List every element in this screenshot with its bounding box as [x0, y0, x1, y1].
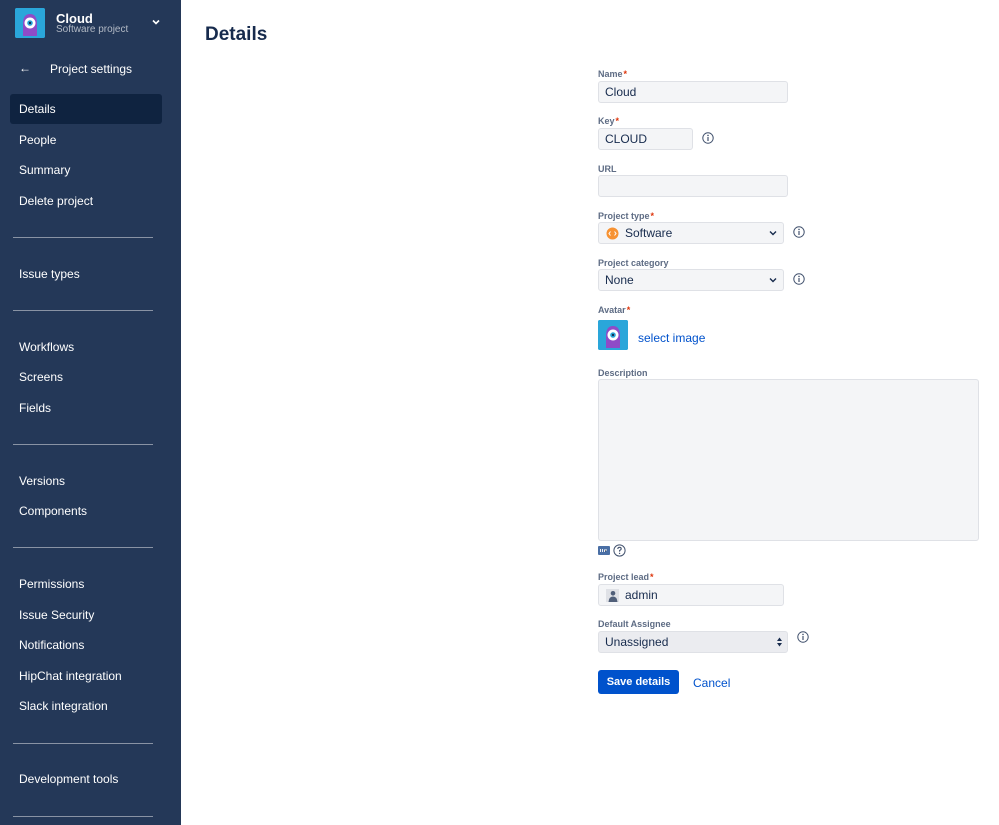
sidebar-divider — [13, 444, 153, 445]
sidebar-item-summary[interactable]: Summary — [10, 155, 162, 185]
description-textarea[interactable] — [598, 379, 979, 541]
sidebar-item-development-tools[interactable]: Development tools — [10, 764, 162, 794]
default-assignee-value: Unassigned — [605, 635, 669, 649]
default-assignee-select[interactable]: Unassigned — [598, 631, 788, 653]
sidebar-item-issue-types[interactable]: Issue types — [10, 259, 162, 289]
info-icon[interactable] — [793, 273, 805, 285]
description-label: Description — [598, 368, 648, 378]
user-avatar-icon — [606, 589, 619, 602]
info-icon[interactable] — [793, 226, 805, 238]
sidebar-item-slack-integration[interactable]: Slack integration — [10, 691, 162, 721]
chevron-down-icon — [769, 231, 777, 236]
project-category-label: Project category — [598, 258, 669, 268]
select-image-link[interactable]: select image — [638, 331, 705, 345]
project-category-value: None — [605, 273, 634, 287]
sidebar-divider — [13, 237, 153, 238]
project-type-label: Software project — [56, 24, 129, 35]
arrow-left-icon: ← — [19, 61, 31, 75]
required-indicator: * — [623, 69, 628, 79]
sidebar-item-hipchat-integration[interactable]: HipChat integration — [10, 661, 162, 691]
sidebar-item-fields[interactable]: Fields — [10, 393, 162, 423]
select-arrows-icon — [777, 637, 782, 647]
sidebar-divider — [13, 743, 153, 744]
sidebar-divider — [13, 816, 153, 817]
info-icon[interactable] — [797, 631, 809, 643]
chevron-down-icon — [152, 19, 160, 25]
url-field[interactable] — [598, 175, 788, 197]
sidebar: Cloud Software project ← Project setting… — [0, 0, 181, 825]
sidebar-item-permissions[interactable]: Permissions — [10, 569, 162, 599]
project-avatar-icon — [15, 8, 45, 38]
sidebar-divider — [13, 310, 153, 311]
software-type-icon — [606, 227, 619, 240]
info-icon[interactable] — [702, 132, 714, 144]
required-indicator: * — [650, 211, 655, 221]
project-switcher[interactable]: Cloud Software project — [15, 8, 175, 40]
chevron-down-icon — [769, 278, 777, 283]
name-field[interactable]: Cloud — [598, 81, 788, 103]
project-lead-picker[interactable]: admin — [598, 584, 784, 606]
project-avatar-icon[interactable] — [598, 320, 628, 350]
default-assignee-label: Default Assignee — [598, 619, 671, 629]
required-indicator: * — [650, 572, 654, 582]
sidebar-item-delete-project[interactable]: Delete project — [10, 186, 162, 216]
sidebar-item-versions[interactable]: Versions — [10, 466, 162, 496]
sidebar-divider — [13, 547, 153, 548]
sidebar-item-details[interactable]: Details — [10, 94, 162, 124]
project-type-label: Project type* — [598, 211, 655, 221]
project-lead-value: admin — [625, 588, 658, 602]
project-lead-label: Project lead* — [598, 572, 654, 582]
wiki-markup-icon[interactable] — [598, 546, 610, 555]
sidebar-item-screens[interactable]: Screens — [10, 362, 162, 392]
key-label: Key* — [598, 116, 620, 126]
sidebar-item-people[interactable]: People — [10, 125, 162, 155]
name-label: Name* — [598, 69, 628, 79]
back-label: Project settings — [50, 62, 133, 76]
project-type-select[interactable]: Software — [598, 222, 784, 244]
page-title: Details — [205, 24, 268, 45]
sidebar-item-workflows[interactable]: Workflows — [10, 332, 162, 362]
sidebar-item-issue-security[interactable]: Issue Security — [10, 600, 162, 630]
required-indicator: * — [626, 305, 631, 315]
avatar-label: Avatar* — [598, 305, 631, 315]
sidebar-item-notifications[interactable]: Notifications — [10, 630, 162, 660]
required-indicator: * — [615, 116, 620, 126]
cancel-link[interactable]: Cancel — [693, 676, 730, 690]
url-label: URL — [598, 164, 617, 174]
project-type-value: Software — [625, 226, 673, 240]
save-details-button[interactable]: Save details — [598, 670, 679, 694]
key-field[interactable]: CLOUD — [598, 128, 693, 150]
help-icon[interactable] — [613, 544, 626, 557]
project-category-select[interactable]: None — [598, 269, 784, 291]
sidebar-item-components[interactable]: Components — [10, 496, 162, 526]
